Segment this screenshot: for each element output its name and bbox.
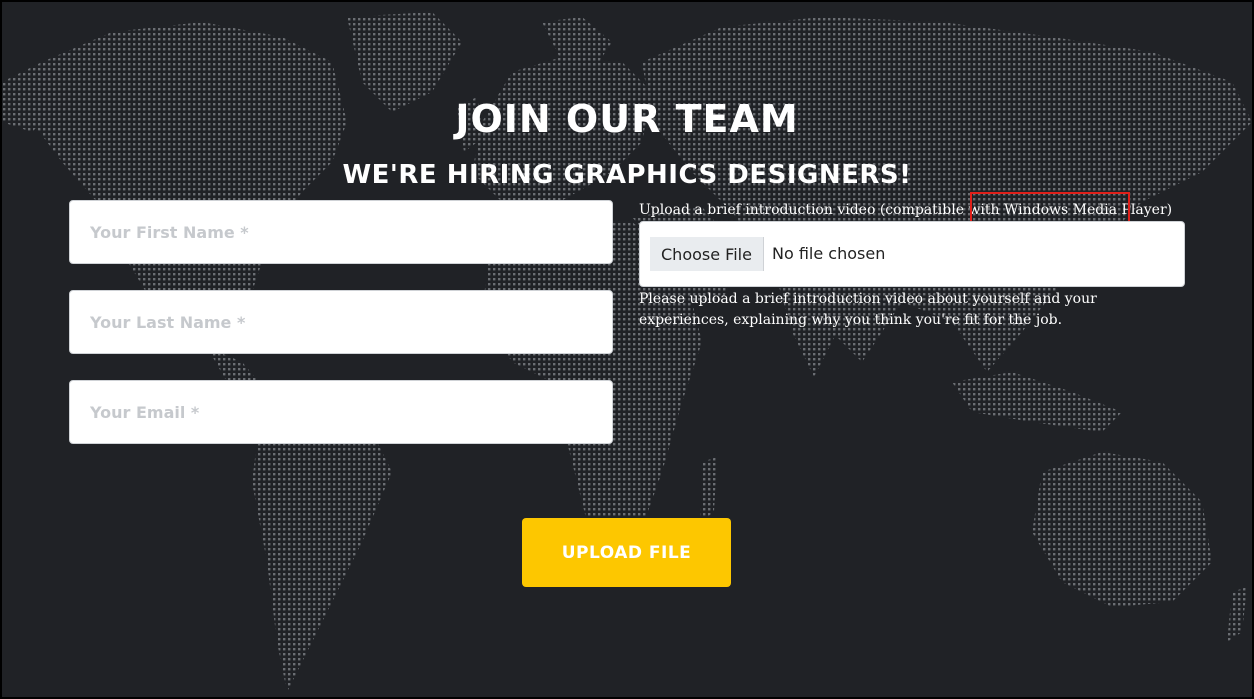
- last-name-input[interactable]: [69, 290, 613, 354]
- page-subtitle: WE'RE HIRING GRAPHICS DESIGNERS!: [342, 160, 912, 190]
- upload-label-suffix: ): [1166, 202, 1173, 218]
- upload-label-prefix: Upload a brief introduction video (compa…: [639, 202, 1004, 218]
- file-status-text: No file chosen: [772, 244, 886, 263]
- first-name-input[interactable]: [69, 200, 613, 264]
- email-input[interactable]: [69, 380, 613, 444]
- choose-file-button[interactable]: Choose File: [650, 237, 764, 271]
- page-frame: JOIN OUR TEAM WE'RE HIRING GRAPHICS DESI…: [0, 0, 1254, 699]
- page-title: JOIN OUR TEAM: [455, 97, 799, 141]
- upload-help-text: Please upload a brief introduction video…: [639, 291, 1097, 328]
- file-input[interactable]: Choose File No file chosen: [639, 221, 1185, 287]
- upload-file-button[interactable]: UPLOAD FILE: [522, 518, 731, 587]
